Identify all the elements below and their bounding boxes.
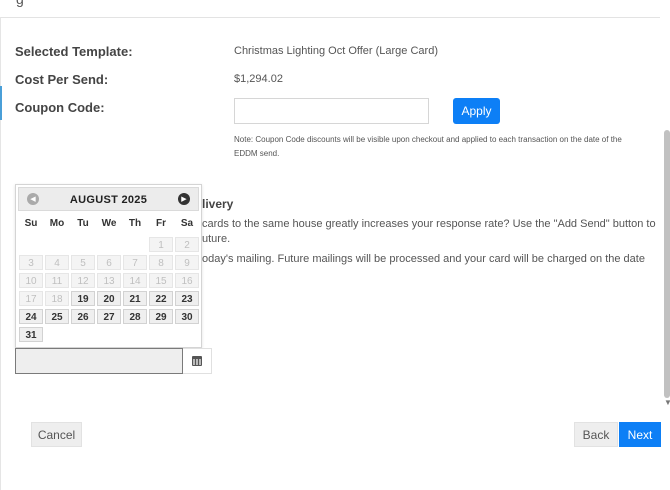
date-cell[interactable]: 29 — [149, 309, 173, 324]
date-cell: 4 — [45, 255, 69, 270]
cost-per-send-value: $1,294.02 — [234, 73, 283, 85]
date-cell: 1 — [149, 237, 173, 252]
day-of-week-label: Tu — [77, 218, 89, 229]
coupon-note: Note: Coupon Code discounts will be visi… — [234, 135, 622, 158]
date-row: 17 18 19 20 21 22 23 — [18, 291, 200, 308]
coupon-code-label: Coupon Code: — [15, 100, 105, 115]
date-row: 3456789 — [18, 255, 200, 272]
date-cell[interactable]: 26 — [71, 309, 95, 324]
scrollbar-thumb[interactable] — [664, 130, 670, 398]
calendar-icon — [192, 356, 202, 366]
date-cell[interactable]: 22 — [149, 291, 173, 306]
active-field-accent — [0, 86, 2, 120]
date-cell: 12 — [71, 273, 95, 288]
date-cell: 3 — [19, 255, 43, 270]
day-of-week-label: Fr — [156, 218, 166, 229]
cost-per-send-label: Cost Per Send: — [15, 72, 109, 87]
date-cell: 7 — [123, 255, 147, 270]
delivery-info-line-2: uture. — [202, 233, 231, 245]
scroll-down-icon[interactable]: ▼ — [664, 398, 670, 407]
coupon-code-input[interactable] — [234, 98, 429, 124]
day-of-week-label: Mo — [49, 218, 65, 229]
delivery-info-line-3: oday's mailing. Future mailings will be … — [202, 253, 645, 265]
date-cell: 2 — [175, 237, 199, 252]
date-grid: 1 2 3 4 5 6 7 8 9 10 11 12 13 14 15 16 17 18 19 20 21 22 23 24 2… — [18, 237, 200, 345]
page-title: g — [16, 0, 24, 7]
date-cell[interactable]: 24 — [19, 309, 43, 324]
date-cell: 10 — [19, 273, 43, 288]
top-bar: g — [0, 0, 660, 18]
date-row: 31 — [18, 327, 200, 344]
date-cell[interactable]: 19 — [71, 291, 95, 306]
days-of-week-row: Su Mo Tu We Th Fr Sa — [18, 215, 200, 233]
date-cell[interactable]: 21 — [123, 291, 147, 306]
date-cell: 13 — [97, 273, 121, 288]
chevron-right-icon[interactable]: ▶ — [178, 193, 190, 205]
calendar-button[interactable] — [183, 348, 212, 374]
day-of-week-label: Th — [128, 218, 142, 229]
date-cell[interactable]: 23 — [175, 291, 199, 306]
selected-template-label: Selected Template: — [15, 44, 133, 59]
date-cell: 14 — [123, 273, 147, 288]
delivery-section-title: livery — [202, 197, 234, 211]
date-cell: 9 — [175, 255, 199, 270]
next-button[interactable]: Next — [619, 422, 661, 447]
send-date-input[interactable] — [15, 348, 183, 374]
date-cell: 18 — [45, 291, 69, 306]
date-cell[interactable]: 20 — [97, 291, 121, 306]
date-cell[interactable]: 30 — [175, 309, 199, 324]
date-row: 10 11 12 13 14 15 16 — [18, 273, 200, 290]
date-picker-popup: ◀ AUGUST 2025 ▶ Su Mo Tu We Th Fr Sa 123… — [15, 184, 202, 348]
date-cell: 15 — [149, 273, 173, 288]
day-of-week-label: Su — [24, 218, 38, 229]
date-picker-header: ◀ AUGUST 2025 ▶ — [18, 187, 199, 211]
back-button[interactable]: Back — [574, 422, 618, 447]
apply-coupon-button[interactable]: Apply — [453, 98, 500, 124]
date-cell: 8 — [149, 255, 173, 270]
date-cell: 11 — [45, 273, 69, 288]
date-cell[interactable]: 25 — [45, 309, 69, 324]
day-of-week-label: We — [101, 218, 117, 229]
date-cell: 16 — [175, 273, 199, 288]
cancel-button[interactable]: Cancel — [31, 422, 82, 447]
date-cell: 5 — [71, 255, 95, 270]
delivery-info-line-1: cards to the same house greatly increase… — [202, 218, 656, 230]
date-cell: 17 — [19, 291, 43, 306]
date-cell[interactable]: 28 — [123, 309, 147, 324]
date-row: 12 — [18, 237, 200, 254]
date-row: 24 25 26 27 28 29 30 — [18, 309, 200, 326]
day-of-week-label: Sa — [180, 218, 194, 229]
selected-template-value: Christmas Lighting Oct Offer (Large Card… — [234, 45, 438, 57]
date-cell[interactable]: 31 — [19, 327, 43, 342]
date-cell: 6 — [97, 255, 121, 270]
date-cell[interactable]: 27 — [97, 309, 121, 324]
date-picker-month-title: AUGUST 2025 — [69, 194, 148, 206]
